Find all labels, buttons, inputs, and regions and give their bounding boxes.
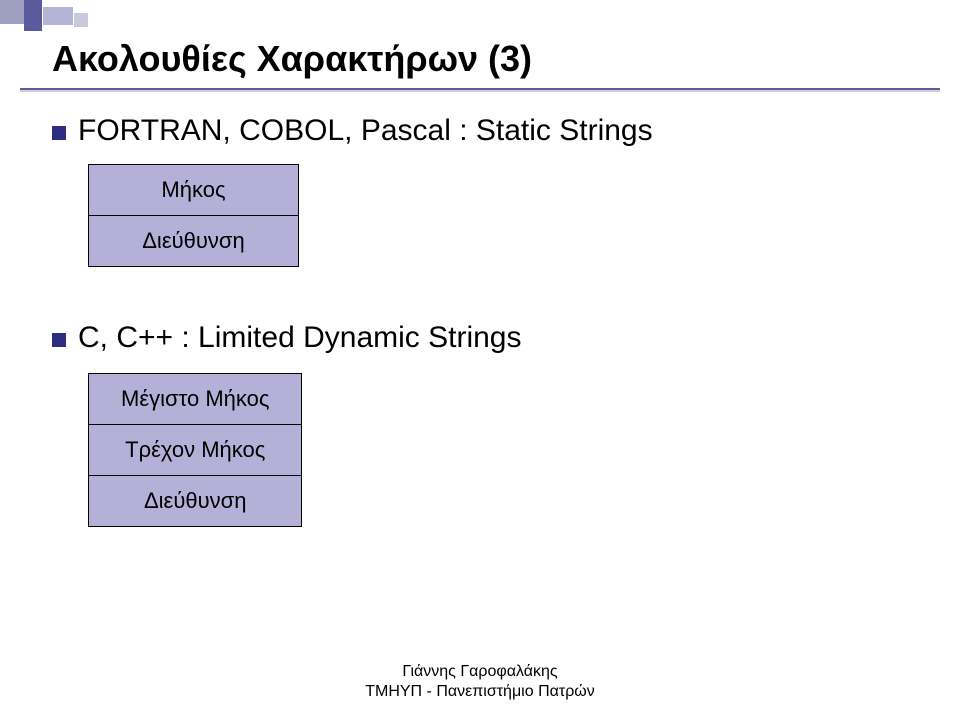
table-cell: Τρέχον Μήκος — [89, 425, 302, 476]
deco-square — [0, 0, 24, 24]
title-underline-shadow — [20, 90, 940, 92]
string-repr-table: Μέγιστο Μήκος Τρέχον Μήκος Διεύθυνση — [88, 373, 912, 527]
slide-corner-decoration — [0, 0, 88, 31]
footer-line-1: Γιάννης Γαροφαλάκης — [0, 662, 960, 682]
slide-content: FORTRAN, COBOL, Pascal : Static Strings … — [52, 112, 912, 527]
bullet-text: C, C++ : Limited Dynamic Strings — [78, 321, 521, 355]
bullet-item: C, C++ : Limited Dynamic Strings — [52, 319, 912, 355]
bullet-icon — [52, 333, 66, 347]
slide-footer: Γιάννης Γαροφαλάκης ΤΜΗΥΠ - Πανεπιστήμιο… — [0, 662, 960, 702]
deco-square — [74, 13, 88, 27]
table-cell: Μέγιστο Μήκος — [89, 374, 302, 425]
bullet-item: FORTRAN, COBOL, Pascal : Static Strings — [52, 112, 912, 148]
table-cell: Διεύθυνση — [89, 476, 302, 527]
string-repr-table: Μήκος Διεύθυνση — [88, 164, 912, 267]
bullet-text: FORTRAN, COBOL, Pascal : Static Strings — [78, 114, 653, 148]
table-cell: Διεύθυνση — [89, 216, 299, 267]
deco-square — [43, 7, 73, 25]
deco-square — [24, 0, 42, 31]
footer-line-2: ΤΜΗΥΠ - Πανεπιστήμιο Πατρών — [0, 682, 960, 702]
slide-title: Ακολουθίες Χαρακτήρων (3) — [52, 38, 532, 80]
table-cell: Μήκος — [89, 165, 299, 216]
bullet-icon — [52, 126, 66, 140]
